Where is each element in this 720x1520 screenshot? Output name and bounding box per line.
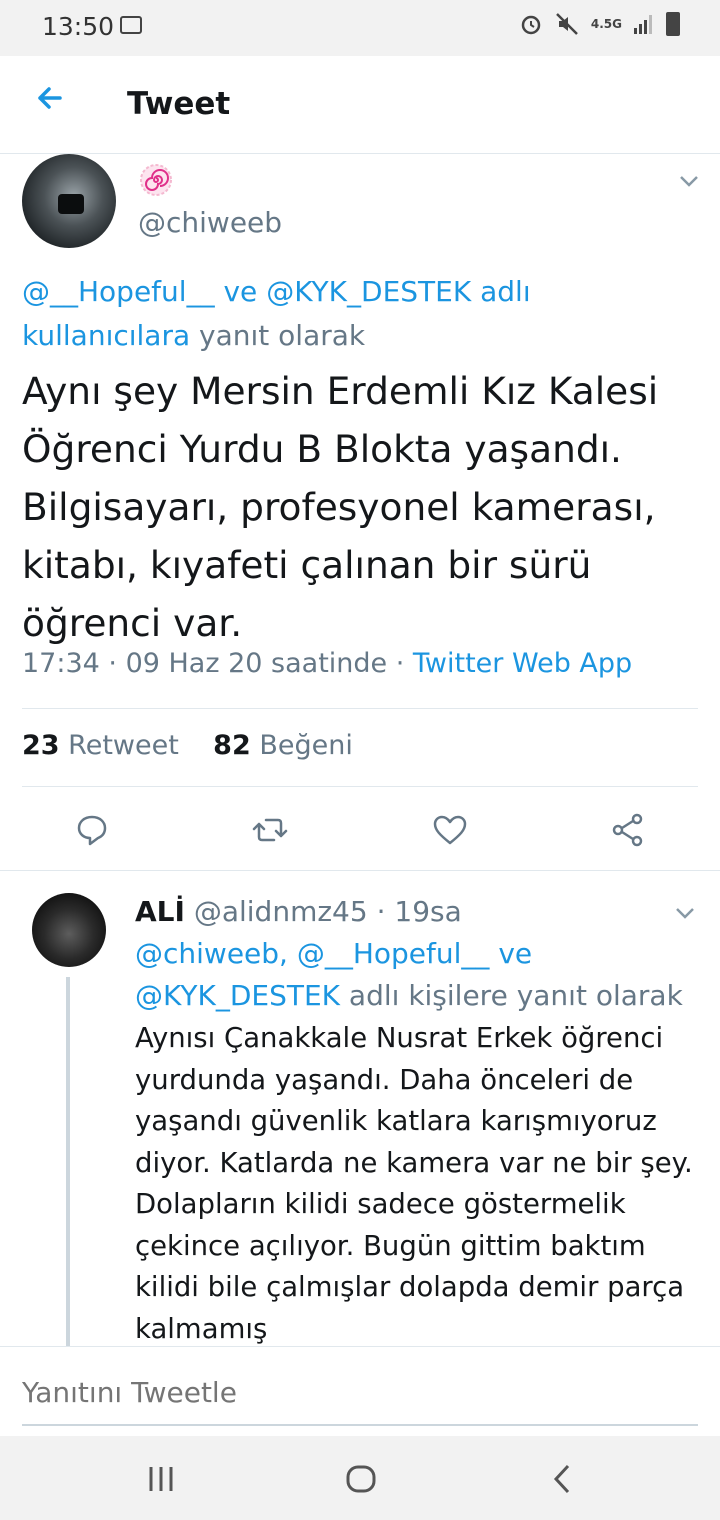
app-header xyxy=(0,56,720,154)
divider xyxy=(0,870,720,871)
retweet-icon[interactable] xyxy=(250,810,290,850)
arrow-left-icon[interactable] xyxy=(30,78,70,118)
retweet-count: 23 xyxy=(22,730,60,761)
avatar[interactable] xyxy=(22,154,116,248)
page-title: Tweet xyxy=(127,86,231,122)
heart-icon[interactable] xyxy=(430,810,470,850)
image-icon xyxy=(120,16,142,34)
retweets-stat[interactable]: 23 Retweet xyxy=(22,730,179,761)
spiral-emoji-icon[interactable] xyxy=(138,162,174,198)
like-count: 82 xyxy=(213,730,251,761)
reply-suffix: adlı kişilere yanıt olarak xyxy=(348,979,683,1012)
battery-icon xyxy=(666,12,680,36)
reply-connector: ve xyxy=(498,937,533,970)
reply-icon[interactable] xyxy=(72,810,112,850)
likes-stat[interactable]: 82 Beğeni xyxy=(213,730,353,761)
chevron-down-icon[interactable] xyxy=(676,168,702,194)
mention-link[interactable]: @chiweeb, @__Hopeful__ xyxy=(135,937,489,970)
tweet-author-handle[interactable]: @chiweeb xyxy=(138,206,282,239)
reply-header: ALİ @alidnmz45 · 19sa xyxy=(135,895,462,928)
reply-text: Aynısı Çanakkale Nusrat Erkek öğrenci yu… xyxy=(135,1022,693,1345)
mention-link[interactable]: @KYK_DESTEK xyxy=(135,979,340,1012)
mute-icon xyxy=(556,13,578,35)
share-icon[interactable] xyxy=(608,810,648,850)
tweet-meta: 17:34 · 09 Haz 20 saatinde · Twitter Web… xyxy=(22,648,633,679)
alarm-icon xyxy=(521,15,541,35)
reply-connector: ve xyxy=(223,275,258,308)
mention-link[interactable]: @__Hopeful__ xyxy=(22,275,215,308)
back-nav-icon[interactable] xyxy=(546,1462,580,1496)
status-icons: 4.5G xyxy=(519,12,680,36)
tweet-date: 09 Haz 20 saatinde xyxy=(125,648,388,679)
divider xyxy=(22,786,698,787)
reply-context: @__Hopeful__ ve @KYK_DESTEK adlı kullanı… xyxy=(22,270,702,358)
reply-suffix: yanıt olarak xyxy=(199,319,366,352)
divider xyxy=(22,708,698,709)
recent-apps-icon[interactable] xyxy=(144,1462,178,1496)
reply-author-handle[interactable]: @alidnmz45 xyxy=(194,895,368,928)
tweet-time: 17:34 xyxy=(22,648,100,679)
like-label: Beğeni xyxy=(259,730,353,761)
chevron-down-icon[interactable] xyxy=(672,900,698,926)
reply-author-name[interactable]: ALİ xyxy=(135,895,185,928)
tweet-stats: 23 Retweet 82 Beğeni xyxy=(22,730,353,761)
signal-icon xyxy=(634,15,652,34)
thread-line xyxy=(66,977,70,1347)
reply-input[interactable] xyxy=(22,1376,682,1409)
tweet-text: Aynı şey Mersin Erdemli Kız Kalesi Öğren… xyxy=(22,369,659,645)
avatar[interactable] xyxy=(32,893,106,967)
retweet-label: Retweet xyxy=(68,730,179,761)
tweet-source-link[interactable]: Twitter Web App xyxy=(413,648,632,679)
mention-link[interactable]: @KYK_DESTEK xyxy=(266,275,471,308)
input-underline xyxy=(22,1424,698,1426)
reply-context: @chiweeb, @__Hopeful__ ve @KYK_DESTEK ad… xyxy=(135,933,695,1017)
reply-age: 19sa xyxy=(394,895,462,928)
home-icon[interactable] xyxy=(344,1462,378,1496)
network-label: 4.5G xyxy=(590,17,622,31)
status-time: 13:50 xyxy=(42,12,115,41)
